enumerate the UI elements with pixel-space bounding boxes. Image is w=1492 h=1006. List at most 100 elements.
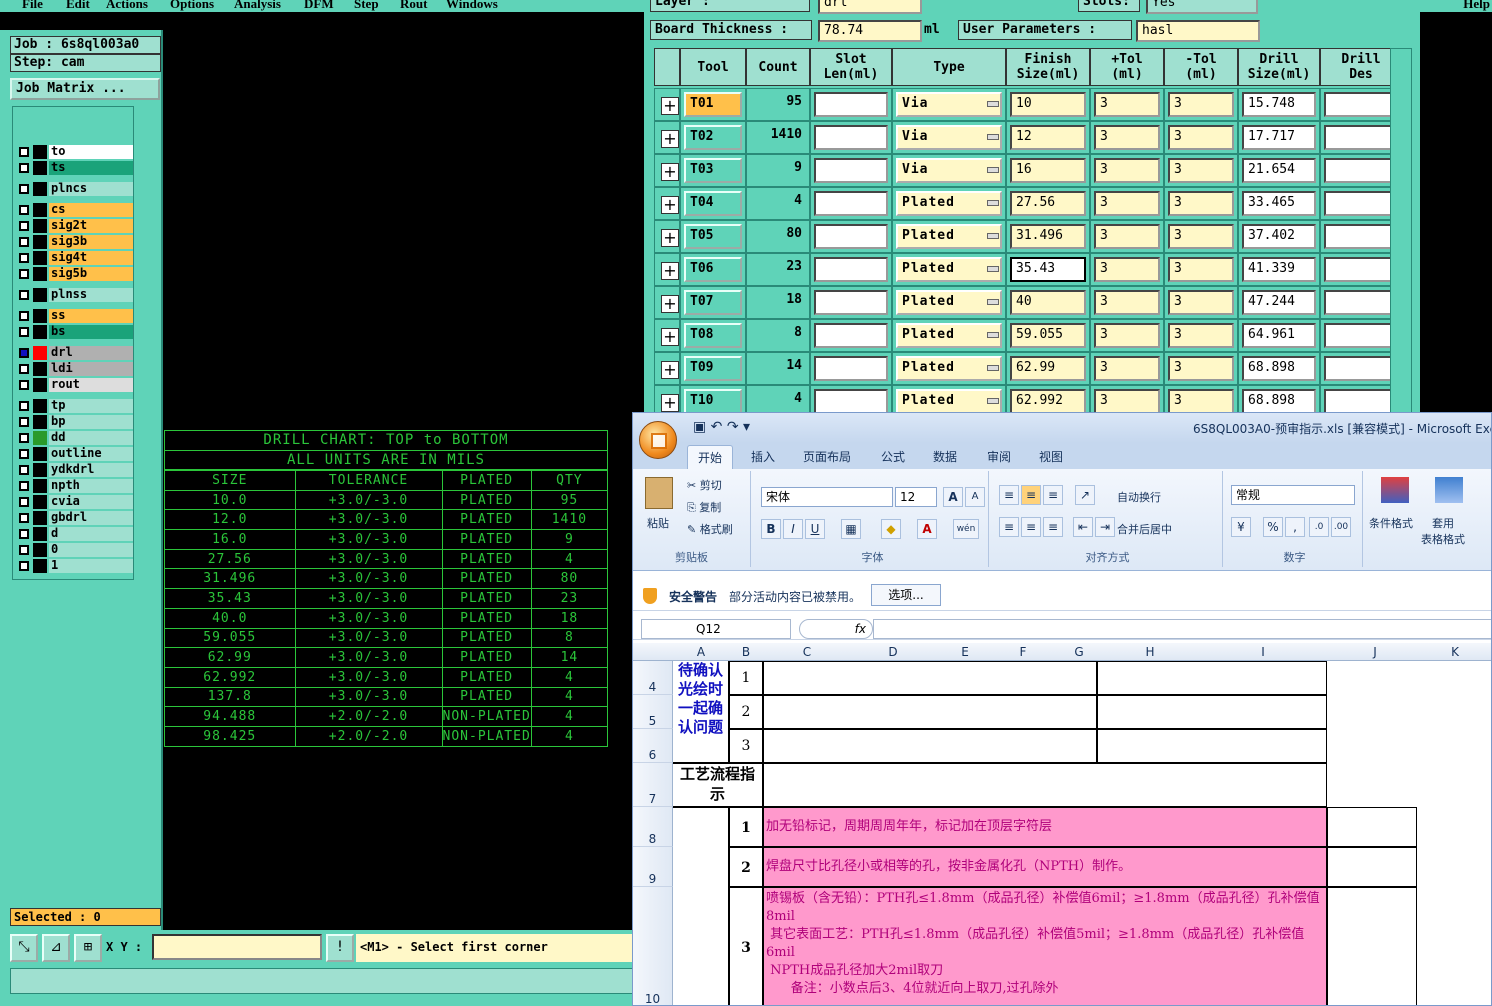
cell-process-header-span[interactable] (763, 763, 1327, 807)
font-color-button[interactable]: A (917, 519, 937, 539)
layer-field[interactable]: drl (818, 0, 922, 14)
tab-数据[interactable]: 数据 (933, 448, 957, 465)
cell-confirm-number[interactable]: 3 (729, 729, 763, 763)
slot-length-input[interactable] (810, 286, 892, 319)
tool-id[interactable]: T05 (680, 220, 746, 253)
layer-row-ldi[interactable]: ldi (15, 362, 133, 376)
number-format-select[interactable]: 常规 (1231, 485, 1355, 505)
align-middle-icon[interactable]: ≡ (1021, 485, 1041, 505)
tool-type-select[interactable]: Plated (892, 385, 1006, 414)
layer-checkbox[interactable] (19, 237, 29, 247)
board-thickness-input[interactable]: 78.74 (818, 20, 922, 42)
menu-options[interactable]: Options (170, 0, 214, 12)
cell-confirm-text[interactable] (763, 695, 1097, 729)
dropdown-arrow-icon[interactable] (987, 167, 999, 173)
tool-type-select[interactable]: Plated (892, 187, 1006, 220)
layer-row-npth[interactable]: npth (15, 479, 133, 493)
plus-icon[interactable]: + (661, 262, 679, 280)
formula-input[interactable] (873, 619, 1491, 639)
plus-icon[interactable]: + (661, 130, 679, 148)
layer-row-cvia[interactable]: cvia (15, 495, 133, 509)
decrease-decimal-icon[interactable]: .00 (1331, 517, 1351, 537)
tool-row-expander[interactable]: + (654, 286, 680, 319)
column-header-A[interactable]: A (673, 645, 729, 659)
percent-button[interactable]: % (1263, 517, 1283, 537)
plus-icon[interactable]: + (661, 163, 679, 181)
drill-size-input[interactable]: 68.898 (1238, 352, 1320, 385)
bold-button[interactable]: B (761, 519, 781, 539)
drill-des-input[interactable] (1320, 154, 1390, 187)
increase-decimal-icon[interactable]: .0 (1309, 517, 1329, 537)
dropdown-arrow-icon[interactable] (987, 233, 999, 239)
grid-snap-icon[interactable]: ⊞ (74, 934, 102, 962)
orientation-icon[interactable]: ↗ (1075, 485, 1095, 505)
tab-插入[interactable]: 插入 (751, 448, 775, 465)
layer-row-ydkdrl[interactable]: ydkdrl (15, 463, 133, 477)
layer-checkbox[interactable] (19, 449, 29, 459)
layer-checkbox[interactable] (19, 221, 29, 231)
cell-confirm-text[interactable] (763, 729, 1097, 763)
tool-type-select[interactable]: Plated (892, 352, 1006, 385)
tool-id[interactable]: T06 (680, 253, 746, 286)
menu-windows[interactable]: Windows (446, 0, 498, 12)
cell-process-text[interactable]: 喷锡板（含无铅）：PTH孔≤1.8mm（成品孔径）补偿值6mil；≥1.8mm（… (763, 887, 1327, 1005)
cell-confirm-extra[interactable] (1097, 661, 1327, 695)
column-header-K[interactable]: K (1417, 645, 1491, 659)
menu-dfm[interactable]: DFM (304, 0, 334, 12)
layer-checkbox[interactable] (19, 481, 29, 491)
tool-type-select[interactable]: Plated (892, 286, 1006, 319)
tool-row-expander[interactable]: + (654, 121, 680, 154)
layer-row-ts[interactable]: ts (15, 161, 133, 175)
slot-length-input[interactable] (810, 121, 892, 154)
layer-checkbox[interactable] (19, 497, 29, 507)
slot-length-input[interactable] (810, 352, 892, 385)
cell-process-right[interactable] (1327, 887, 1417, 1005)
tool-row-expander[interactable]: + (654, 88, 680, 121)
currency-icon[interactable]: ¥ (1231, 517, 1251, 537)
row-header-10[interactable]: 10 (633, 887, 673, 1005)
dropdown-arrow-icon[interactable] (987, 398, 999, 404)
finish-size-input[interactable]: 10 (1006, 88, 1090, 121)
cell-confirm-number[interactable]: 1 (729, 661, 763, 695)
slots-select[interactable]: Yes (1146, 0, 1258, 14)
menu-analysis[interactable]: Analysis (234, 0, 281, 12)
tab-审阅[interactable]: 审阅 (987, 448, 1011, 465)
minus-tol-input[interactable]: 3 (1164, 187, 1238, 220)
minus-tol-input[interactable]: 3 (1164, 121, 1238, 154)
tab-视图[interactable]: 视图 (1039, 448, 1063, 465)
drill-des-input[interactable] (1320, 121, 1390, 154)
plus-icon[interactable]: + (661, 196, 679, 214)
tool-type-select[interactable]: Via (892, 154, 1006, 187)
drill-des-input[interactable] (1320, 88, 1390, 121)
drill-des-input[interactable] (1320, 319, 1390, 352)
name-box[interactable]: Q12 (641, 619, 791, 639)
drill-size-input[interactable]: 41.339 (1238, 253, 1320, 286)
tool-id[interactable]: T03 (680, 154, 746, 187)
layer-row-rout[interactable]: rout (15, 378, 133, 392)
plus-tol-input[interactable]: 3 (1090, 88, 1164, 121)
tool-row-expander[interactable]: + (654, 253, 680, 286)
quick-access-save-icon[interactable]: ▣ ↶ ↷ ▾ (693, 419, 750, 435)
tool-type-select[interactable]: Via (892, 121, 1006, 154)
minus-tol-input[interactable]: 3 (1164, 220, 1238, 253)
layer-checkbox[interactable] (19, 147, 29, 157)
plus-tol-input[interactable]: 3 (1090, 121, 1164, 154)
layer-row-drl[interactable]: drl (15, 346, 133, 360)
cell-process-text[interactable]: 加无铅标记，周期周周年年，标记加在顶层字符层 (763, 807, 1327, 847)
layer-checkbox[interactable] (19, 327, 29, 337)
xy-input[interactable] (152, 934, 322, 960)
layer-checkbox[interactable] (19, 364, 29, 374)
tool-type-select[interactable]: Plated (892, 253, 1006, 286)
cell-confirm-text[interactable] (763, 661, 1097, 695)
shrink-font-button[interactable]: A (965, 487, 985, 507)
plus-icon[interactable]: + (661, 97, 679, 115)
cell-confirm-extra[interactable] (1097, 695, 1327, 729)
row-header-6[interactable]: 6 (633, 729, 673, 763)
layer-row-plncs[interactable]: plncs (15, 182, 133, 196)
borders-icon[interactable]: ▦ (841, 519, 861, 539)
plus-tol-input[interactable]: 3 (1090, 154, 1164, 187)
column-header-I[interactable]: I (1193, 645, 1333, 659)
row-header-5[interactable]: 5 (633, 695, 673, 729)
menu-file[interactable]: File (22, 0, 43, 12)
plus-tol-input[interactable]: 3 (1090, 319, 1164, 352)
